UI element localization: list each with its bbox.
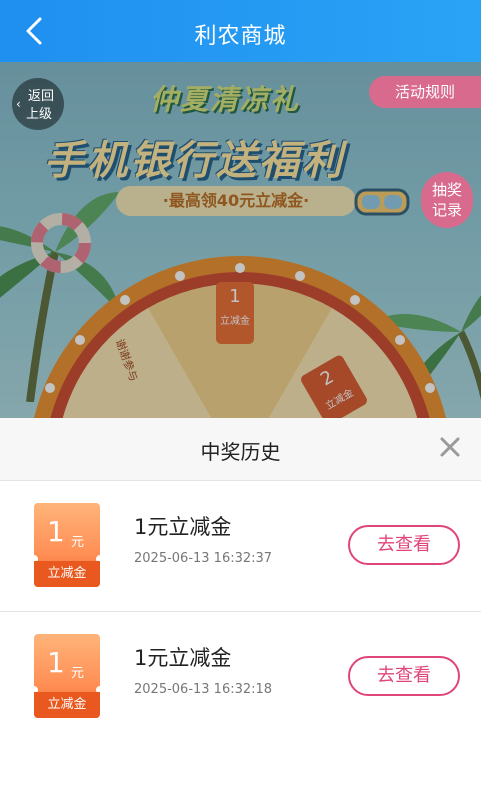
modal-overlay[interactable] [0,62,481,418]
record-time: 2025-06-13 16:32:37 [134,551,273,566]
win-history-modal: 中奖历史 1 元 立减金 1元立减金 2025-06-13 16:32:37 去… [0,418,481,800]
modal-title: 中奖历史 [200,440,281,464]
coupon-badge: 1 元 立减金 [30,503,104,587]
list-item: 1 元 立减金 1元立减金 2025-06-13 16:32:37 去查看 [0,481,481,612]
activity-rules-button[interactable]: 活动规则 [369,76,481,108]
view-button[interactable]: 去查看 [348,656,460,696]
view-button[interactable]: 去查看 [348,525,460,565]
app-header: 利农商城 [0,0,481,62]
back-level-button[interactable]: ‹ 返回 上级 [12,78,64,130]
chevron-left-icon: ‹ [16,97,21,111]
activity-banner: 仲夏清凉礼 手机银行送福利 ·最高领40元立减金· 1 立减金 2 立减金 谢谢… [0,62,481,418]
page-title: 利农商城 [194,24,287,49]
list-item: 1 元 立减金 1元立减金 2025-06-13 16:32:18 去查看 [0,612,481,742]
draw-record-button[interactable]: 抽奖 记录 [421,172,473,228]
coupon-badge: 1 元 立减金 [30,634,104,718]
record-time: 2025-06-13 16:32:18 [134,682,273,697]
close-icon [440,437,460,457]
record-title: 1元立减金 [134,515,232,539]
close-button[interactable] [435,432,465,462]
record-title: 1元立减金 [134,646,232,670]
modal-header: 中奖历史 [0,418,481,481]
